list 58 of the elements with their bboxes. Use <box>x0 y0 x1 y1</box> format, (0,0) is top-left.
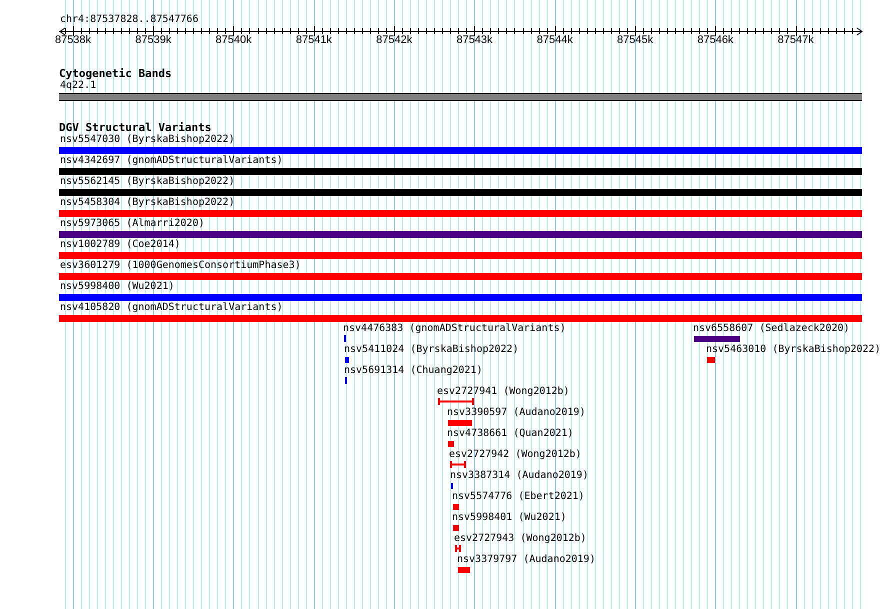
track-title: DGV Structural Variants <box>59 121 212 134</box>
variant-bar[interactable] <box>59 294 862 301</box>
variant-interval[interactable] <box>455 545 461 552</box>
variant-bar[interactable] <box>458 567 470 573</box>
variant-label: nsv5458304 (ByrskaBishop2022) <box>60 197 235 209</box>
ruler-tick-label: 87542k <box>375 34 414 47</box>
variant-bar[interactable] <box>59 315 862 322</box>
ruler-tick-label: 87539k <box>134 34 172 47</box>
variant-bar[interactable] <box>453 525 459 531</box>
band-bar[interactable] <box>59 93 862 101</box>
variant-bar[interactable] <box>59 210 862 217</box>
variant-label: nsv5691314 (Chuang2021) <box>344 365 482 377</box>
variant-label: nsv3387314 (Audano2019) <box>450 470 588 482</box>
variant-label: nsv4105820 (gnomADStructuralVariants) <box>60 302 283 314</box>
variant-label: nsv5998401 (Wu2021) <box>452 512 566 524</box>
variant-bar[interactable] <box>59 168 862 175</box>
ruler-tick-label: 87543k <box>455 34 494 47</box>
variant-label: nsv5463010 (ByrskaBishop2022) <box>706 344 881 356</box>
ruler-tick-label: 87544k <box>536 34 574 47</box>
variant-label: nsv5547030 (ByrskaBishop2022) <box>60 134 235 146</box>
variant-label: nsv5562145 (ByrskaBishop2022) <box>60 176 235 188</box>
variant-bar[interactable] <box>59 252 862 259</box>
ruler-tick-label: 87540k <box>214 34 253 47</box>
variant-label: nsv5411024 (ByrskaBishop2022) <box>344 344 519 356</box>
variant-label: nsv5973065 (Almarri2020) <box>60 218 204 230</box>
variant-interval[interactable] <box>438 398 474 405</box>
ruler-tick-label: 87547k <box>776 34 815 47</box>
ruler-tick-label: 87546k <box>696 34 734 47</box>
location-label: chr4:87537828..87547766 <box>60 14 198 26</box>
variant-label: nsv3379797 (Audano2019) <box>457 554 596 566</box>
variant-label: nsv1002789 (Coe2014) <box>60 239 180 251</box>
variant-label: esv3601279 (1000GenomesConsortiumPhase3) <box>60 260 301 272</box>
variant-interval[interactable] <box>450 461 466 468</box>
variant-label: nsv6558607 (Sedlazeck2020) <box>693 323 850 335</box>
variant-bar[interactable] <box>448 441 454 447</box>
variant-label: esv2727943 (Wong2012b) <box>454 533 586 545</box>
variant-bar[interactable] <box>59 147 862 154</box>
variant-bar[interactable] <box>59 231 862 238</box>
ruler-tick-label: 87545k <box>616 34 654 47</box>
variant-label: nsv5574776 (Ebert2021) <box>452 491 584 503</box>
variant-label: nsv4738661 (Quan2021) <box>447 428 574 440</box>
variant-label: nsv4342697 (gnomADStructuralVariants) <box>60 155 283 167</box>
variant-bar[interactable] <box>694 336 740 342</box>
variant-label: nsv4476383 (gnomADStructuralVariants) <box>343 323 566 335</box>
variant-label: esv2727941 (Wong2012b) <box>437 386 570 398</box>
variant-bar[interactable] <box>448 420 472 426</box>
variant-bar[interactable] <box>453 504 459 510</box>
ruler-tick-label: 87541k <box>294 34 333 47</box>
variant-label: esv2727942 (Wong2012b) <box>449 449 582 461</box>
variant-label: nsv3390597 (Audano2019) <box>447 407 586 419</box>
band-label: 4q22.1 <box>60 80 96 92</box>
ruler-tick-label: 87538k <box>54 34 92 47</box>
variant-bar[interactable] <box>707 357 715 363</box>
variant-bar[interactable] <box>59 273 862 280</box>
variant-bar[interactable] <box>345 357 349 363</box>
track-title: Cytogenetic Bands <box>59 67 172 80</box>
variant-bar[interactable] <box>59 189 862 196</box>
variant-label: nsv5998400 (Wu2021) <box>60 281 174 293</box>
